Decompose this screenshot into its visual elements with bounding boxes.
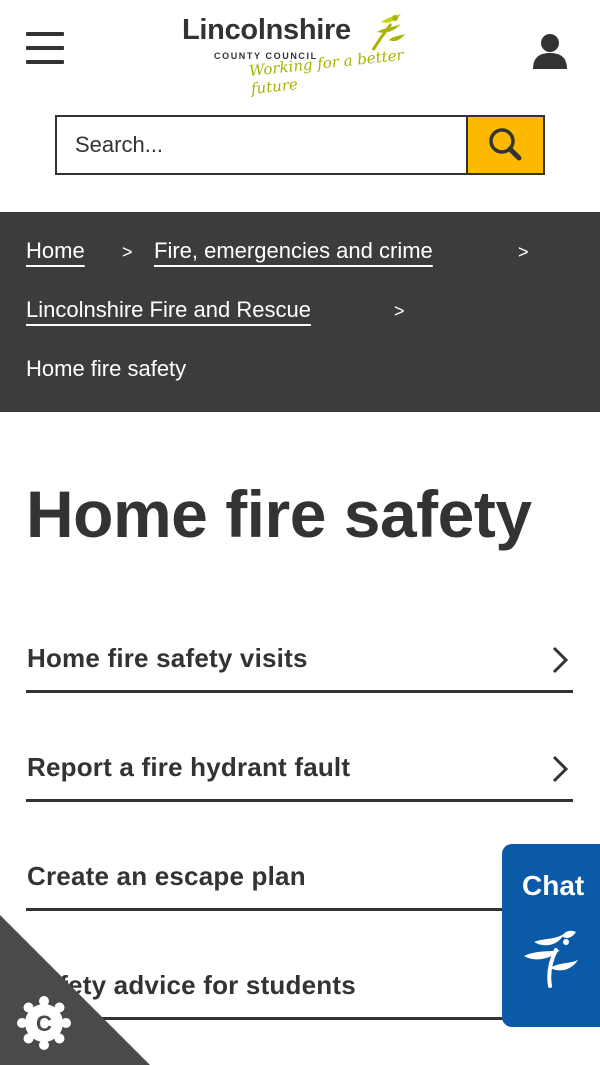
user-icon[interactable]	[532, 32, 568, 70]
menu-bar	[26, 32, 64, 36]
menu-bar	[26, 46, 64, 50]
breadcrumb-home[interactable]: Home	[26, 238, 85, 264]
breadcrumb-fire-emergencies-crime[interactable]: Fire, emergencies and crime	[154, 238, 433, 264]
breadcrumb-separator: >	[394, 301, 405, 321]
lcc-sprig-icon	[524, 930, 578, 988]
link-label: Home fire safety visits	[27, 643, 308, 673]
breadcrumb-fire-and-rescue[interactable]: Lincolnshire Fire and Rescue	[26, 297, 311, 323]
link-label: Report a fire hydrant fault	[27, 752, 351, 782]
logo-name: Lincolnshire	[182, 14, 351, 46]
breadcrumb-separator: >	[518, 242, 529, 262]
chevron-right-icon	[552, 755, 569, 783]
menu-bar	[26, 60, 64, 64]
link-home-fire-safety-visits[interactable]: Home fire safety visits	[26, 635, 573, 693]
search-input[interactable]	[55, 115, 467, 175]
page-title: Home fire safety	[26, 477, 532, 551]
chat-label: Chat	[522, 870, 585, 901]
menu-button[interactable]	[26, 32, 66, 66]
chat-button[interactable]: Chat	[502, 844, 600, 1027]
site-header: Lincolnshire COUNTY COUNCIL Working for …	[0, 0, 600, 100]
link-create-escape-plan[interactable]: Create an escape plan	[26, 853, 573, 911]
cookie-settings-icon: C	[17, 996, 71, 1050]
breadcrumb-current: Home fire safety	[26, 356, 187, 381]
breadcrumb-separator: >	[122, 242, 133, 262]
search-button[interactable]	[466, 115, 545, 175]
council-logo[interactable]: Lincolnshire COUNTY COUNCIL Working for …	[182, 10, 422, 98]
cookie-settings-button[interactable]: C	[0, 915, 150, 1065]
link-label: Create an escape plan	[27, 861, 306, 891]
breadcrumb: Home > Fire, emergencies and crime > Lin…	[0, 212, 600, 412]
search-icon	[489, 128, 522, 161]
chevron-right-icon	[552, 646, 569, 674]
search-bar	[55, 115, 545, 175]
cookie-letter: C	[36, 1011, 52, 1036]
link-report-fire-hydrant-fault[interactable]: Report a fire hydrant fault	[26, 744, 573, 802]
